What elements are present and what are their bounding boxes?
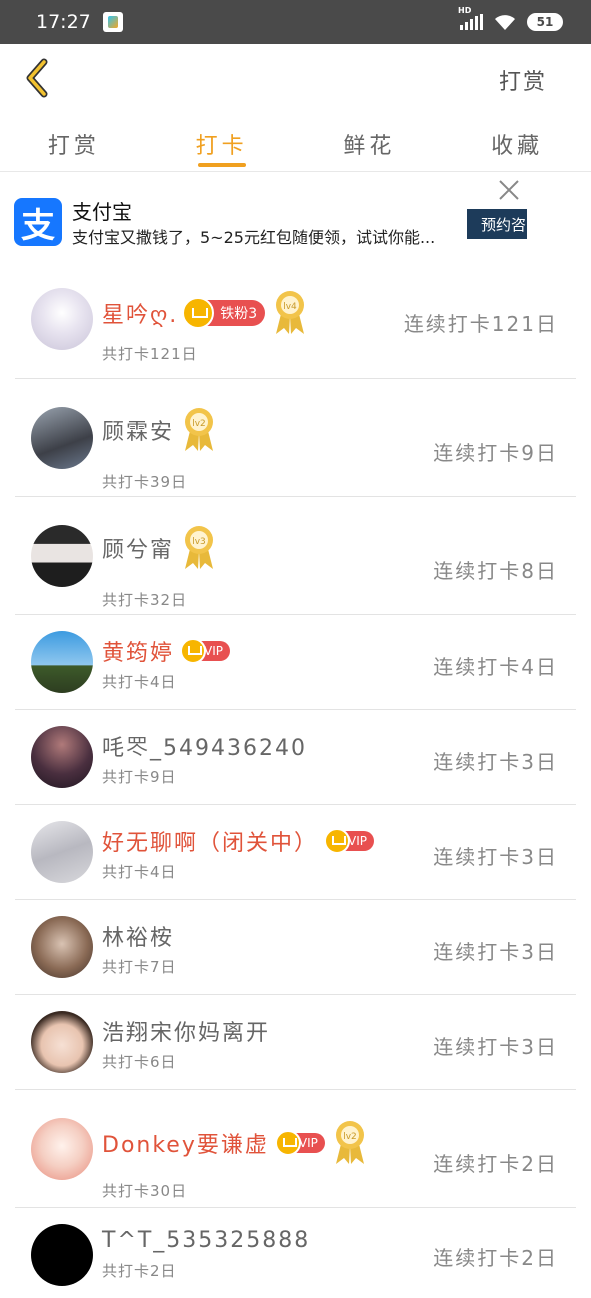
network-type-label: HD [458,6,472,15]
status-time: 17:27 [36,11,91,33]
top-header: 打赏 [0,44,591,114]
list-item[interactable]: 顾霖安 lv2 共打卡39日 连续打卡9日 [15,379,576,497]
medal-level-label: lv2 [192,419,206,429]
vip-badge: VIP [180,638,230,664]
avatar[interactable] [31,1011,93,1073]
battery-level: 51 [536,15,554,29]
list-item[interactable]: 顾兮甯 lv3 共打卡32日 连续打卡8日 [15,497,576,615]
battery-icon: 51 [527,13,563,31]
user-name[interactable]: 好无聊啊（闭关中） [102,825,318,857]
user-name[interactable]: Donkey要谦虚 [102,1127,269,1159]
user-name[interactable]: 黄筠婷 [102,635,174,667]
total-checkins: 共打卡121日 [102,345,198,363]
user-name[interactable]: 星吟ღ. [102,297,178,329]
level-medal-icon: lv2 [335,1121,364,1164]
streak-count: 连续打卡121日 [403,312,558,336]
streak-count: 连续打卡3日 [433,1035,558,1059]
vip-label: VIP [204,644,223,658]
avatar[interactable] [31,1224,93,1286]
avatar[interactable] [31,631,93,693]
total-checkins: 共打卡7日 [102,958,177,976]
user-name[interactable]: 顾霖安 [102,414,174,446]
total-checkins: 共打卡2日 [102,1262,177,1280]
total-checkins: 共打卡4日 [102,673,177,691]
crown-icon [180,638,207,664]
avatar[interactable] [31,288,93,350]
streak-count: 连续打卡3日 [433,845,558,869]
list-item[interactable]: Donkey要谦虚 VIP lv2 共打卡30日 连续打卡2日 [15,1090,576,1208]
streak-count: 连续打卡8日 [433,559,558,583]
medal-level-label: lv4 [283,302,297,312]
user-name[interactable]: 浩翔宋你妈离开 [102,1015,270,1047]
total-checkins: 共打卡39日 [102,473,188,491]
app-notification-icon [102,12,123,32]
avatar[interactable] [31,1118,93,1180]
total-checkins: 共打卡9日 [102,768,177,786]
fan-level-label: 铁粉3 [220,306,258,322]
alipay-logo-icon: 支 [14,198,62,246]
list-item[interactable]: 㕰罖_549436240 共打卡9日 连续打卡3日 [15,710,576,805]
list-item[interactable]: 好无聊啊（闭关中） VIP 共打卡4日 连续打卡3日 [15,805,576,900]
crown-icon [182,297,215,329]
user-name[interactable]: 林裕桉 [102,920,174,952]
vip-badge: VIP [324,828,374,854]
tab-checkin[interactable]: 打卡 [148,114,296,171]
avatar[interactable] [31,726,93,788]
streak-count: 连续打卡9日 [433,441,558,465]
ad-banner[interactable]: 支 支付宝 支付宝又撒钱了，5~25元红包随便领，试试你能... 预约咨 [0,172,591,268]
medal-level-label: lv2 [343,1132,357,1142]
avatar[interactable] [31,525,93,587]
list-item[interactable]: 星吟ღ. 铁粉3 lv4 共打卡121日 连续打卡121日 [15,268,576,379]
status-bar: 17:27 HD 51 [0,0,591,44]
level-medal-icon: lv3 [185,526,214,569]
checkin-list: 星吟ღ. 铁粉3 lv4 共打卡121日 连续打卡121日 顾霖安 lv2 共打… [15,268,576,1298]
streak-count: 连续打卡2日 [433,1152,558,1176]
total-checkins: 共打卡4日 [102,863,177,881]
medal-level-label: lv3 [192,537,206,547]
user-name[interactable]: 顾兮甯 [102,532,174,564]
streak-count: 连续打卡3日 [433,750,558,774]
user-name[interactable]: T^T_535325888 [102,1228,310,1253]
wifi-icon [495,15,515,30]
vip-label: VIP [348,834,367,848]
streak-count: 连续打卡3日 [433,940,558,964]
list-item[interactable]: 林裕桉 共打卡7日 连续打卡3日 [15,900,576,995]
tab-flowers[interactable]: 鲜花 [296,114,444,171]
ad-title: 支付宝 [72,200,132,224]
fan-level-badge: 铁粉3 [182,297,266,329]
total-checkins: 共打卡30日 [102,1182,188,1200]
streak-count: 连续打卡4日 [433,655,558,679]
reward-header-button[interactable]: 打赏 [499,64,547,96]
cell-signal-icon: HD [458,6,483,30]
ad-action-button[interactable]: 预约咨 [467,209,527,239]
streak-count: 连续打卡2日 [433,1246,558,1270]
vip-badge: VIP [274,1130,325,1156]
back-arrow-icon[interactable] [22,58,52,98]
list-item[interactable]: 黄筠婷 VIP 共打卡4日 连续打卡4日 [15,615,576,710]
vip-label: VIP [298,1136,318,1150]
crown-icon [324,828,351,854]
avatar[interactable] [31,821,93,883]
tab-favorites[interactable]: 收藏 [443,114,591,171]
tab-reward[interactable]: 打赏 [0,114,148,171]
avatar[interactable] [31,407,93,469]
total-checkins: 共打卡32日 [102,591,188,609]
total-checkins: 共打卡6日 [102,1053,177,1071]
level-medal-icon: lv4 [276,291,305,334]
level-medal-icon: lv2 [185,408,214,451]
list-item[interactable]: T^T_535325888 共打卡2日 连续打卡2日 [15,1208,576,1298]
list-item[interactable]: 浩翔宋你妈离开 共打卡6日 连续打卡3日 [15,995,576,1090]
ad-description: 支付宝又撒钱了，5~25元红包随便领，试试你能... [72,228,436,247]
tab-bar: 打赏 打卡 鲜花 收藏 [0,114,591,172]
avatar[interactable] [31,916,93,978]
crown-icon [274,1130,301,1156]
close-icon[interactable] [497,178,521,202]
user-name[interactable]: 㕰罖_549436240 [102,730,307,762]
